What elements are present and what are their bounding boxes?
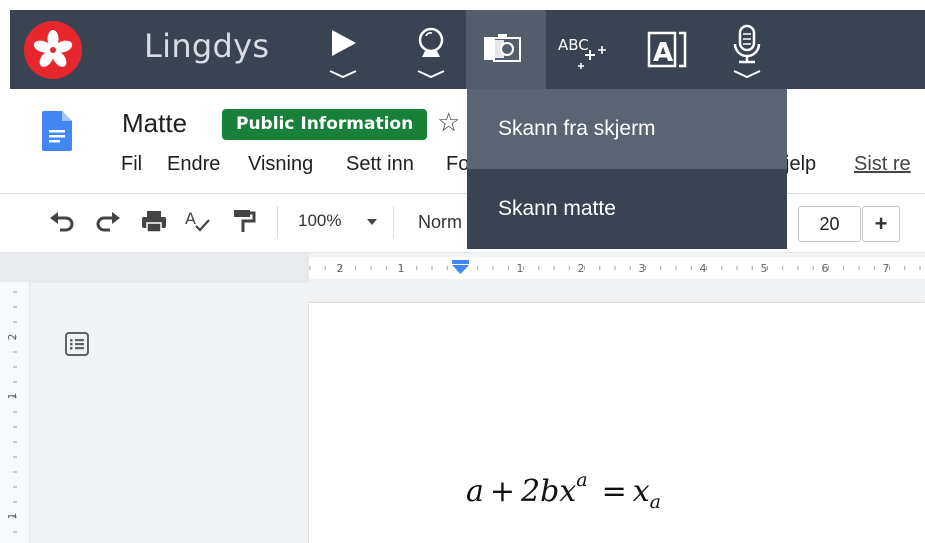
- toolbar-separator: [393, 206, 394, 238]
- docs-file-icon[interactable]: [42, 111, 72, 151]
- equation-term: x: [632, 474, 650, 509]
- ruler-label: 1: [6, 393, 19, 400]
- equation-subscript: a: [649, 491, 661, 513]
- print-icon[interactable]: [140, 208, 168, 234]
- ruler-label: 7: [883, 262, 890, 275]
- menu-insert[interactable]: Sett inn: [346, 153, 414, 176]
- menu-format[interactable]: Fo: [446, 153, 469, 176]
- menu-help[interactable]: jelp: [785, 153, 816, 176]
- spellcheck-icon[interactable]: A: [184, 208, 212, 234]
- svg-text:A: A: [653, 38, 673, 68]
- scan-dropdown-menu: Skann fra skjerm Skann matte: [467, 89, 787, 249]
- play-icon: [329, 30, 357, 79]
- camera-scan-icon: [484, 34, 521, 62]
- ruler-label: 1: [517, 262, 524, 275]
- ruler-label: 2: [6, 334, 19, 341]
- ruler-label: 6: [822, 262, 829, 275]
- play-tool-button[interactable]: [316, 10, 386, 89]
- scan-math-menu-item[interactable]: Skann matte: [467, 169, 787, 249]
- star-icon[interactable]: ☆: [437, 108, 460, 138]
- dictation-tool-button[interactable]: [716, 10, 786, 89]
- vertical-ruler[interactable]: 2 1 1: [0, 282, 30, 543]
- equation-operator: =: [601, 474, 627, 509]
- increase-font-size-button[interactable]: +: [862, 206, 900, 242]
- ruler-label: 5: [761, 262, 768, 275]
- spellcheck-tool-button[interactable]: ABC: [550, 10, 620, 89]
- zoom-select[interactable]: 100%: [298, 211, 341, 231]
- abc-sparkle-icon: ABC: [558, 36, 606, 69]
- ruler-label: 1: [6, 513, 19, 520]
- ruler-label: 2: [578, 262, 585, 275]
- redo-icon[interactable]: [94, 208, 122, 234]
- read-text-tool-button[interactable]: A: [632, 10, 702, 89]
- menu-edit[interactable]: Endre: [167, 153, 220, 176]
- menu-view[interactable]: Visning: [248, 153, 313, 176]
- equation-operator: +: [489, 474, 516, 509]
- svg-text:A: A: [185, 209, 196, 228]
- equation-term: 2bx: [521, 474, 577, 509]
- crystal-ball-icon: [417, 27, 445, 79]
- chevron-down-icon[interactable]: [366, 218, 378, 226]
- paragraph-style-select[interactable]: Norm: [418, 212, 462, 233]
- svg-text:ABC: ABC: [558, 36, 589, 54]
- equation-exponent: a: [576, 469, 588, 491]
- app-name: Lingdys: [144, 27, 270, 65]
- predict-tool-button[interactable]: [404, 10, 474, 89]
- scan-tool-button[interactable]: [466, 10, 546, 89]
- ruler-label: 2: [337, 262, 344, 275]
- menu-file[interactable]: Fil: [121, 153, 142, 176]
- paint-format-icon[interactable]: [230, 208, 258, 234]
- microphone-icon: [733, 24, 761, 79]
- lingdys-toolbar: Lingdys ABC A: [10, 10, 925, 89]
- ruler-label: 1: [398, 262, 405, 275]
- scan-screen-menu-item[interactable]: Skann fra skjerm: [467, 89, 787, 169]
- document-outline-icon[interactable]: [64, 331, 90, 357]
- math-equation[interactable]: a +2bxa = xa: [466, 469, 661, 513]
- lingdys-logo-icon[interactable]: [24, 21, 82, 79]
- classification-badge[interactable]: Public Information: [222, 109, 428, 140]
- font-size-input[interactable]: 20: [798, 206, 861, 242]
- ruler-label: 4: [700, 262, 707, 275]
- document-title[interactable]: Matte: [122, 108, 187, 139]
- toolbar-separator: [277, 206, 278, 238]
- text-a-icon: A: [647, 31, 687, 68]
- equation-term: a: [466, 474, 484, 509]
- horizontal-ruler[interactable]: 2 1 1 2 3 4 5 6 7: [0, 252, 925, 283]
- last-edit-link[interactable]: Sist re: [854, 153, 911, 176]
- undo-icon[interactable]: [48, 208, 76, 234]
- ruler-label: 3: [639, 262, 646, 275]
